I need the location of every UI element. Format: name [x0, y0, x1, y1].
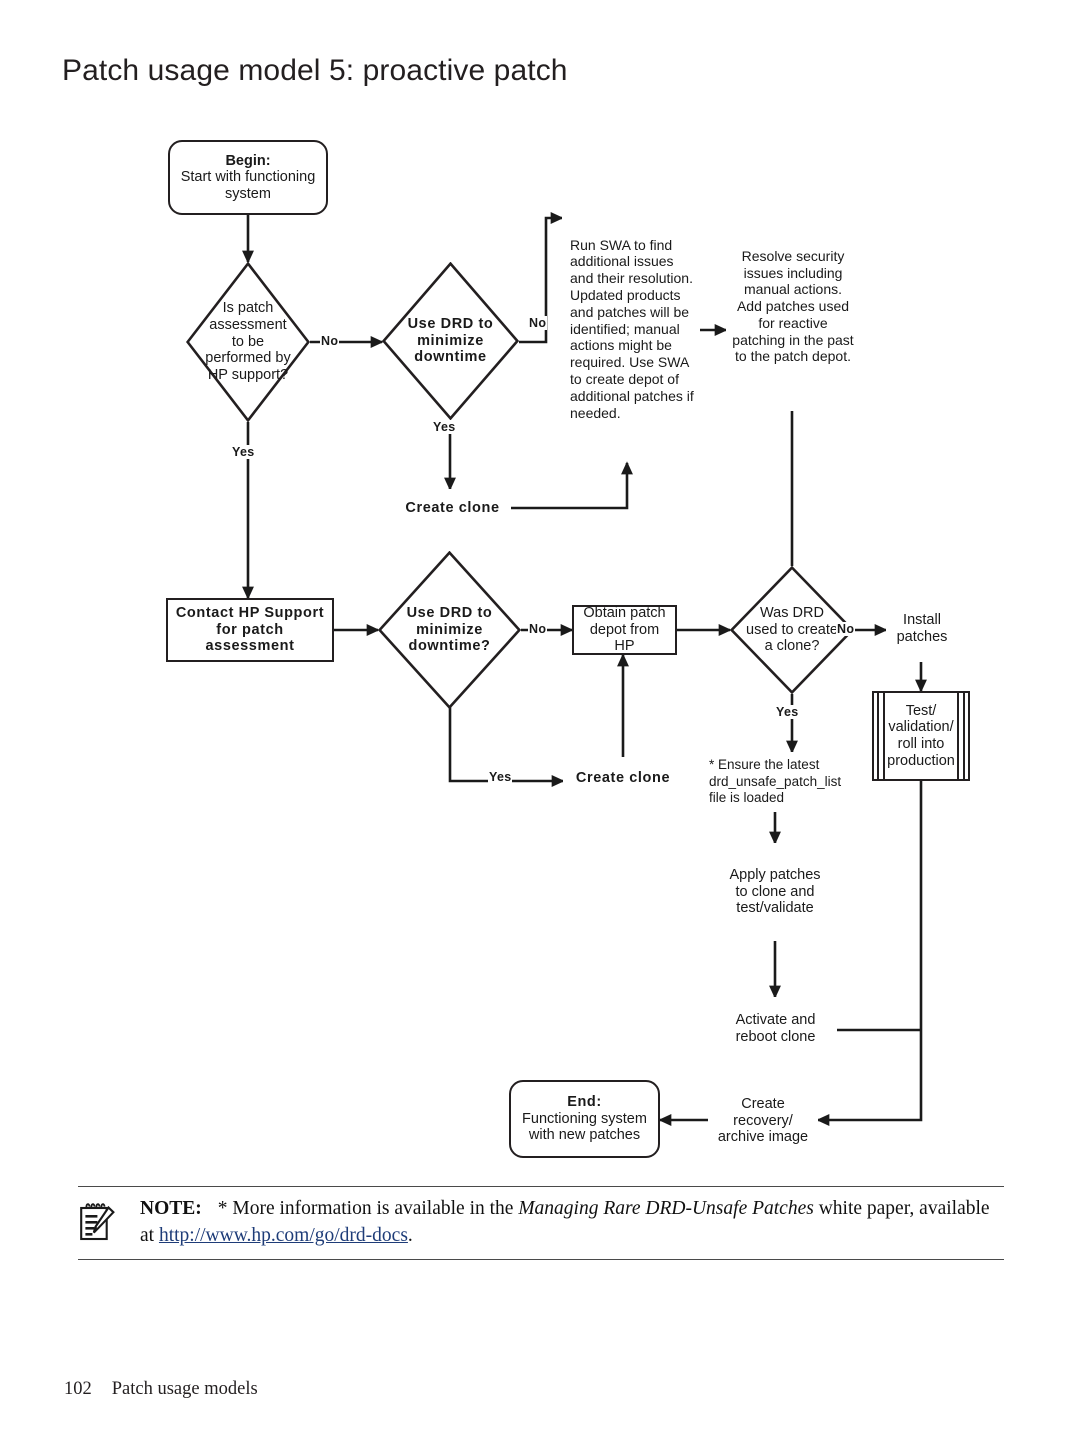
node-end[interactable]: End: Functioning system with new patches [509, 1080, 660, 1158]
note-text-before: * More information is available in the [217, 1198, 519, 1219]
edge-label-drd-top-yes: Yes [432, 420, 457, 434]
node-ensure-latest-patch-list-label: * Ensure the latest drd_unsafe_patch_lis… [709, 757, 842, 806]
node-create-clone-mid[interactable]: Create clone [563, 757, 683, 799]
edge-label-drd-mid-yes: Yes [488, 770, 513, 784]
node-create-recovery-image-label: Create recovery/ archive image [717, 1096, 809, 1146]
node-activate-reboot-clone-label: Activate and reboot clone [735, 1012, 816, 1045]
node-end-heading: End: [567, 1094, 602, 1111]
flowchart-diagram: Begin: Start with functioning system Is … [0, 0, 1080, 1180]
note-bottom-rule [78, 1259, 1004, 1261]
node-contact-hp-support-label: Contact HP Support for patch assessment [175, 605, 325, 655]
node-create-clone-top[interactable]: Create clone [394, 489, 511, 528]
note-italic-title: Managing Rare DRD-Unsafe Patches [518, 1198, 814, 1219]
edge-label-was-drd-yes: Yes [775, 705, 800, 719]
footer-page-number: 102 [64, 1379, 92, 1399]
node-use-drd-top-decision[interactable]: Use DRD to minimize downtime [382, 262, 519, 420]
node-use-drd-top-label: Use DRD to minimize downtime [407, 315, 494, 366]
node-resolve-security-label: Resolve security issues including manual… [732, 247, 854, 365]
node-activate-reboot-clone[interactable]: Activate and reboot clone [714, 997, 837, 1061]
node-install-patches-label: Install patches [896, 612, 948, 645]
node-contact-hp-support[interactable]: Contact HP Support for patch assessment [166, 598, 334, 662]
footer-section-title: Patch usage models [111, 1379, 258, 1399]
note-link[interactable]: http://www.hp.com/go/drd-docs [159, 1225, 408, 1246]
edge-label-drd-top-no: No [528, 316, 548, 330]
node-create-recovery-image[interactable]: Create recovery/ archive image [708, 1087, 818, 1155]
note-text: NOTE: * More information is available in … [140, 1196, 1004, 1249]
edge-label-assessment-yes: Yes [231, 445, 256, 459]
node-end-label: Functioning system with new patches [522, 1110, 647, 1144]
node-patch-assessment-decision[interactable]: Is patch assessment to be performed by H… [186, 262, 310, 422]
node-run-swa[interactable]: Run SWA to find additional issues and th… [562, 202, 700, 456]
node-run-swa-label: Run SWA to find additional issues and th… [570, 236, 694, 421]
node-was-drd-used-label: Was DRD used to create a clone? [746, 604, 838, 655]
node-begin-label: Start with functioning system [180, 169, 316, 202]
node-test-validation-label: Test/ validation/ roll into production [887, 702, 955, 769]
note-label: NOTE: [140, 1198, 202, 1219]
node-resolve-security[interactable]: Resolve security issues including manual… [726, 202, 860, 411]
note-text-end: . [407, 1224, 413, 1246]
page-footer: 102 Patch usage models [64, 1379, 258, 1400]
node-install-patches[interactable]: Install patches [886, 596, 958, 662]
edge-label-assessment-no: No [320, 334, 340, 348]
notepad-pencil-icon [78, 1196, 140, 1247]
node-test-validation[interactable]: Test/ validation/ roll into production [872, 691, 970, 781]
node-obtain-patch-depot-label: Obtain patch depot from HP [583, 605, 666, 655]
node-apply-patches-label: Apply patches to clone and test/validate [729, 867, 821, 917]
node-create-clone-mid-label: Create clone [575, 769, 671, 786]
note-block: NOTE: * More information is available in … [78, 1186, 1004, 1261]
node-apply-patches[interactable]: Apply patches to clone and test/validate [723, 843, 827, 941]
node-use-drd-mid-label: Use DRD to minimize downtime? [406, 604, 493, 655]
edge-label-was-drd-no: No [836, 622, 856, 636]
node-use-drd-mid-decision[interactable]: Use DRD to minimize downtime? [378, 551, 521, 709]
node-obtain-patch-depot[interactable]: Obtain patch depot from HP [572, 605, 677, 655]
node-begin-heading: Begin: [225, 152, 271, 169]
node-ensure-latest-patch-list[interactable]: * Ensure the latest drd_unsafe_patch_lis… [701, 752, 847, 812]
flowchart-connectors [242, 212, 927, 1126]
node-patch-assessment-label: Is patch assessment to be performed by H… [205, 300, 291, 383]
node-create-clone-top-label: Create clone [405, 500, 500, 517]
edge-label-drd-mid-no: No [528, 622, 548, 636]
node-begin[interactable]: Begin: Start with functioning system [168, 140, 328, 215]
